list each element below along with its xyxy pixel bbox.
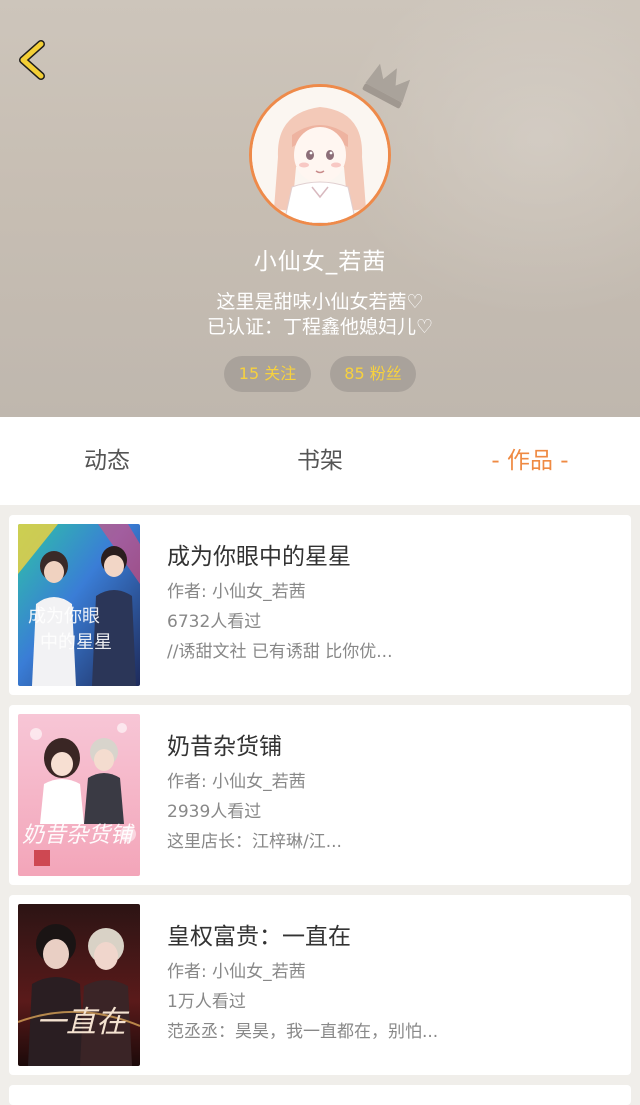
tab-bookshelf[interactable]: 书架: [260, 417, 380, 505]
back-button[interactable]: [12, 38, 56, 82]
svg-text:成为你眼: 成为你眼: [28, 606, 100, 627]
work-card[interactable]: 成为你眼 中的星星 成为你眼中的星星 作者: 小仙女_若茜 6732人看过 //…: [9, 515, 631, 695]
tab-activity[interactable]: 动态: [47, 417, 167, 505]
work-author: 作者: 小仙女_若茜: [167, 772, 306, 792]
book-cover-image: 成为你眼 中的星星: [18, 524, 140, 686]
work-view-count: 1万人看过: [167, 992, 246, 1012]
profile-nickname: 小仙女_若茜: [253, 249, 387, 275]
book-cover-image: 奶昔杂货铺: [18, 714, 140, 876]
work-card[interactable]: 一直在 皇权富贵：一直在 作者: 小仙女_若茜 1万人看过 范丞丞：昊昊，我一直…: [9, 895, 631, 1075]
work-description: 这里店长：江梓琳/江...: [167, 832, 342, 852]
work-description: 范丞丞：昊昊，我一直都在，别怕...: [167, 1022, 439, 1042]
chevron-left-icon: [19, 40, 45, 80]
svg-text:中的星星: 中的星星: [40, 632, 112, 653]
work-view-count: 6732人看过: [167, 612, 262, 632]
work-view-count: 2939人看过: [167, 802, 262, 822]
profile-bio-line-2: 已认证：丁程鑫他媳妇儿♡: [206, 316, 434, 338]
work-title: 奶昔杂货铺: [167, 734, 282, 760]
profile-header: 小仙女_若茜 这里是甜味小仙女若茜♡ 已认证：丁程鑫他媳妇儿♡ 15 关注 85…: [0, 0, 640, 417]
svg-text:奶昔杂货铺: 奶昔杂货铺: [22, 823, 135, 848]
work-description: //诱甜文社 已有诱甜 比你优...: [167, 642, 393, 662]
svg-text:一直在: 一直在: [36, 1005, 130, 1040]
following-count-button[interactable]: 15 关注: [224, 356, 311, 392]
book-cover-image: 一直在: [18, 904, 140, 1066]
work-author: 作者: 小仙女_若茜: [167, 962, 306, 982]
work-author: 作者: 小仙女_若茜: [167, 582, 306, 602]
avatar-container[interactable]: [249, 63, 411, 226]
profile-tabs: 动态 书架 - 作品 -: [0, 417, 640, 505]
fans-count-button[interactable]: 85 粉丝: [330, 356, 416, 392]
work-card[interactable]: 奶昔杂货铺 奶昔杂货铺 作者: 小仙女_若茜 2939人看过 这里店长：江梓琳/…: [9, 705, 631, 885]
work-title: 皇权富贵：一直在: [167, 924, 351, 950]
work-card-partial[interactable]: [9, 1085, 631, 1105]
work-title: 成为你眼中的星星: [167, 544, 351, 570]
tab-works[interactable]: - 作品 -: [470, 417, 590, 505]
crown-icon: [362, 63, 411, 109]
profile-bio-line-1: 这里是甜味小仙女若茜♡: [216, 291, 424, 313]
